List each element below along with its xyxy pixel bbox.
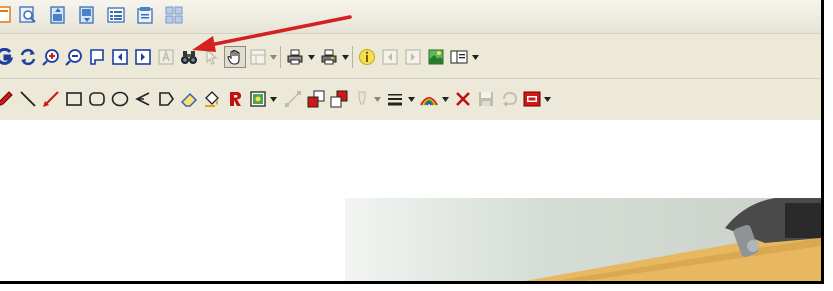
- marker-tool-icon[interactable]: [0, 88, 16, 110]
- redact-dropdown-arrow-icon[interactable]: [543, 88, 552, 110]
- send-to-back-icon[interactable]: [328, 88, 350, 110]
- text-tool-icon[interactable]: [155, 46, 177, 68]
- stamp-icon[interactable]: [247, 88, 269, 110]
- redact-rs-icon[interactable]: [521, 88, 543, 110]
- book-dropdown-arrow-icon[interactable]: [471, 46, 480, 68]
- polygon-tool-icon[interactable]: [155, 88, 177, 110]
- undo-icon[interactable]: [498, 88, 520, 110]
- zoom-page-icon[interactable]: [17, 4, 39, 26]
- grid-view-icon[interactable]: [163, 4, 185, 26]
- info-icon[interactable]: [356, 46, 378, 68]
- properties-icon[interactable]: [134, 4, 156, 26]
- delete-annotation-icon[interactable]: [452, 88, 474, 110]
- polyline-tool-icon[interactable]: [132, 88, 154, 110]
- line-tool-icon[interactable]: [17, 88, 39, 110]
- toolbar-separator: [280, 46, 281, 68]
- toolbar-separator: [352, 46, 353, 68]
- fit-page-icon[interactable]: [86, 46, 108, 68]
- print-dropdown-arrow-icon[interactable]: [307, 46, 316, 68]
- list-view-icon[interactable]: [105, 4, 127, 26]
- arrow-tool-icon[interactable]: [40, 88, 62, 110]
- rounded-rectangle-tool-icon[interactable]: [86, 88, 108, 110]
- application-window: [0, 0, 824, 284]
- top-toolbar: [0, 0, 821, 33]
- book-icon[interactable]: [448, 46, 470, 68]
- select-tool-icon[interactable]: [201, 46, 223, 68]
- layout-icon[interactable]: [247, 46, 269, 68]
- page-g-icon[interactable]: [0, 46, 16, 68]
- export-page-icon[interactable]: [47, 4, 69, 26]
- line-style-dropdown-arrow-icon[interactable]: [407, 88, 416, 110]
- page-last-icon[interactable]: [402, 46, 424, 68]
- layout-dropdown-arrow-icon[interactable]: [269, 46, 278, 68]
- color-dropdown-arrow-icon[interactable]: [441, 88, 450, 110]
- page-view-icon[interactable]: [0, 4, 16, 26]
- page-first-icon[interactable]: [379, 46, 401, 68]
- fill-bucket-icon[interactable]: [201, 88, 223, 110]
- highlighter-icon[interactable]: [351, 88, 373, 110]
- connector-icon[interactable]: [282, 88, 304, 110]
- bring-to-front-icon[interactable]: [305, 88, 327, 110]
- print-icon[interactable]: [284, 46, 306, 68]
- highlighter-dropdown-arrow-icon[interactable]: [373, 88, 382, 110]
- refresh-icon[interactable]: [17, 46, 39, 68]
- ellipse-tool-icon[interactable]: [109, 88, 131, 110]
- stamp-dropdown-arrow-icon[interactable]: [269, 88, 278, 110]
- previous-page-icon[interactable]: [109, 46, 131, 68]
- eraser-tool-icon[interactable]: [178, 88, 200, 110]
- next-page-icon[interactable]: [132, 46, 154, 68]
- navigation-toolbar: [0, 33, 821, 79]
- zoom-in-icon[interactable]: [40, 46, 62, 68]
- print-setup-dropdown-arrow-icon[interactable]: [341, 46, 350, 68]
- import-page-icon[interactable]: [76, 4, 98, 26]
- find-binoculars-icon[interactable]: [178, 46, 200, 68]
- line-style-icon[interactable]: [384, 88, 406, 110]
- document-image: [345, 198, 821, 281]
- zoom-out-icon[interactable]: [63, 46, 85, 68]
- save-annotation-icon[interactable]: [475, 88, 497, 110]
- rectangle-tool-icon[interactable]: [63, 88, 85, 110]
- annotation-toolbar: [0, 78, 821, 121]
- hand-pan-icon[interactable]: [224, 46, 246, 68]
- rubber-stamp-r-icon[interactable]: [224, 88, 246, 110]
- color-palette-icon[interactable]: [418, 88, 440, 110]
- print-setup-icon[interactable]: [318, 46, 340, 68]
- image-icon[interactable]: [425, 46, 447, 68]
- document-viewer[interactable]: [0, 120, 821, 281]
